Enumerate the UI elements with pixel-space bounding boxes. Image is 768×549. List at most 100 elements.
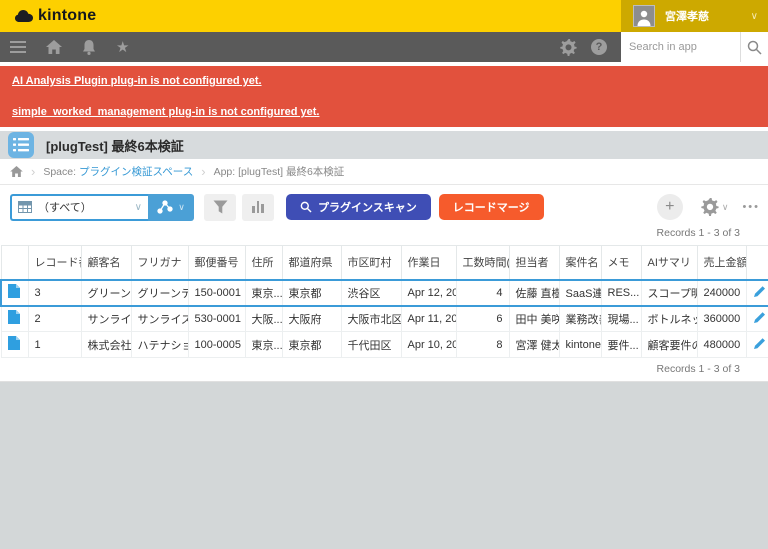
app-settings-gear-icon (701, 198, 719, 216)
cell-メモ: 現場... (601, 306, 641, 332)
scan-magnifier-icon (300, 201, 312, 213)
record-detail-icon[interactable] (8, 284, 20, 301)
column-header: フリガナ (131, 246, 188, 280)
app-icon[interactable] (8, 132, 34, 158)
cell-工数時間(h): 8 (456, 332, 509, 358)
cell-郵便番号: 150-0001 (188, 280, 245, 306)
graph-nodes-icon (157, 200, 174, 214)
cell-工数時間(h): 4 (456, 280, 509, 306)
settings-gear-icon[interactable] (560, 39, 577, 56)
record-list-table: レコード番号顧客名フリガナ郵便番号住所都道府県市区町村作業日工数時間(h)担当者… (0, 245, 768, 358)
cell-売上金額: 480000 (697, 332, 746, 358)
table-row[interactable]: 2サンライ...サンライズ...530-0001大阪...大阪府大阪市北区Apr… (1, 306, 768, 332)
help-icon[interactable]: ? (591, 39, 607, 55)
global-nav-bar: ★ ? (0, 32, 768, 62)
cell-市区町村: 大阪市北区 (341, 306, 401, 332)
favorites-star-icon[interactable]: ★ (116, 40, 129, 55)
breadcrumb-app: App: [plugTest] 最終6本検証 (214, 164, 345, 179)
cell-住所: 東京... (245, 332, 282, 358)
column-header: メモ (601, 246, 641, 280)
column-header: 顧客名 (81, 246, 131, 280)
view-selector-dropdown[interactable]: （すべて） ∨ (10, 194, 148, 221)
cell-案件名: 業務改善... (559, 306, 601, 332)
table-row[interactable]: 1株式会社...ハテナショ...100-0005東京...東京都千代田区Apr … (1, 332, 768, 358)
app-settings-button[interactable]: ∨ (701, 198, 729, 216)
kintone-logo[interactable]: kintone (0, 7, 96, 25)
record-icon-cell[interactable] (1, 332, 28, 358)
filter-funnel-icon (213, 200, 228, 214)
column-header: 売上金額 (697, 246, 746, 280)
app-header: [plugTest] 最終6本検証 (0, 131, 768, 159)
records-count-top: Records 1 - 3 of 3 (0, 221, 768, 245)
edit-record-icon[interactable] (753, 311, 766, 327)
record-edit-cell[interactable] (746, 332, 768, 358)
graph-view-button[interactable]: ∨ (148, 194, 194, 221)
cell-住所: 大阪... (245, 306, 282, 332)
view-selector-chevron-down-icon: ∨ (135, 202, 142, 213)
plugin-scan-button[interactable]: プラグインスキャン (286, 194, 431, 220)
edit-record-icon[interactable] (753, 337, 766, 353)
cell-市区町村: 渋谷区 (341, 280, 401, 306)
add-record-button[interactable]: + (657, 194, 683, 220)
table-row[interactable]: 3グリーン...グリーンテ...150-0001東京...東京都渋谷区Apr 1… (1, 280, 768, 306)
record-icon-cell[interactable] (1, 280, 28, 306)
table-header-row: レコード番号顧客名フリガナ郵便番号住所都道府県市区町村作業日工数時間(h)担当者… (1, 246, 768, 280)
filter-button[interactable] (204, 194, 236, 221)
record-detail-icon[interactable] (8, 310, 20, 327)
cell-都道府県: 東京都 (282, 280, 341, 306)
cell-フリガナ: グリーンテ... (131, 280, 188, 306)
cell-都道府県: 大阪府 (282, 306, 341, 332)
cell-案件名: SaaS連... (559, 280, 601, 306)
column-header-icon (1, 246, 28, 280)
cell-フリガナ: サンライズ... (131, 306, 188, 332)
page-background (0, 382, 768, 549)
plugin-alert-banner: AI Analysis Plugin plug-in is not config… (0, 66, 768, 127)
breadcrumb-separator: › (31, 164, 35, 179)
column-header: 作業日 (401, 246, 456, 280)
cell-AIサマリ: ボトルネッ... (641, 306, 697, 332)
record-merge-button[interactable]: レコードマージ (439, 194, 544, 220)
record-detail-icon[interactable] (8, 336, 20, 353)
cell-工数時間(h): 6 (456, 306, 509, 332)
user-avatar-icon (633, 5, 655, 27)
record-icon-cell[interactable] (1, 306, 28, 332)
home-icon[interactable] (46, 40, 62, 54)
cell-担当者: 田中 美咲 (509, 306, 559, 332)
cell-市区町村: 千代田区 (341, 332, 401, 358)
chart-button[interactable] (242, 194, 274, 221)
hamburger-menu-icon[interactable] (10, 41, 26, 53)
cell-住所: 東京... (245, 280, 282, 306)
alert-link-ai-analysis[interactable]: AI Analysis Plugin plug-in is not config… (12, 75, 262, 87)
table-body: 3グリーン...グリーンテ...150-0001東京...東京都渋谷区Apr 1… (1, 280, 768, 358)
cell-メモ: 要件... (601, 332, 641, 358)
cell-売上金額: 240000 (697, 280, 746, 306)
kintone-cloud-icon (14, 9, 34, 23)
cell-郵便番号: 100-0005 (188, 332, 245, 358)
more-options-button[interactable]: ••• (742, 201, 760, 213)
breadcrumb-space: Space: プラグイン検証スペース (43, 164, 193, 179)
search-input[interactable] (621, 32, 740, 62)
graph-button-chevron-down-icon: ∨ (178, 202, 185, 213)
plugin-scan-label: プラグインスキャン (318, 199, 417, 215)
chart-bars-icon (252, 201, 264, 213)
breadcrumb-space-link[interactable]: プラグイン検証スペース (79, 166, 193, 178)
app-search-box (621, 32, 768, 62)
alert-link-simple-worked[interactable]: simple_worked_management plug-in is not … (12, 106, 319, 118)
breadcrumb-home-icon[interactable] (10, 166, 23, 177)
user-menu[interactable]: 宮澤孝慈 ∨ (621, 0, 768, 32)
view-toolbar: （すべて） ∨ ∨ プラグインスキャン レコードマージ + ∨ ••• (0, 185, 768, 221)
breadcrumb: › Space: プラグイン検証スペース › App: [plugTest] 最… (0, 159, 768, 185)
cell-メモ: RES... (601, 280, 641, 306)
cell-作業日: Apr 12, 2026 (401, 280, 456, 306)
column-header: 市区町村 (341, 246, 401, 280)
edit-record-icon[interactable] (753, 285, 766, 301)
app-title: [plugTest] 最終6本検証 (46, 136, 184, 155)
column-header: 担当者 (509, 246, 559, 280)
notifications-bell-icon[interactable] (82, 40, 96, 55)
record-edit-cell[interactable] (746, 280, 768, 306)
cell-レコード番号: 1 (28, 332, 81, 358)
cell-顧客名: 株式会社... (81, 332, 131, 358)
view-selector-value: （すべて） (38, 199, 129, 215)
search-icon[interactable] (740, 32, 768, 62)
record-edit-cell[interactable] (746, 306, 768, 332)
